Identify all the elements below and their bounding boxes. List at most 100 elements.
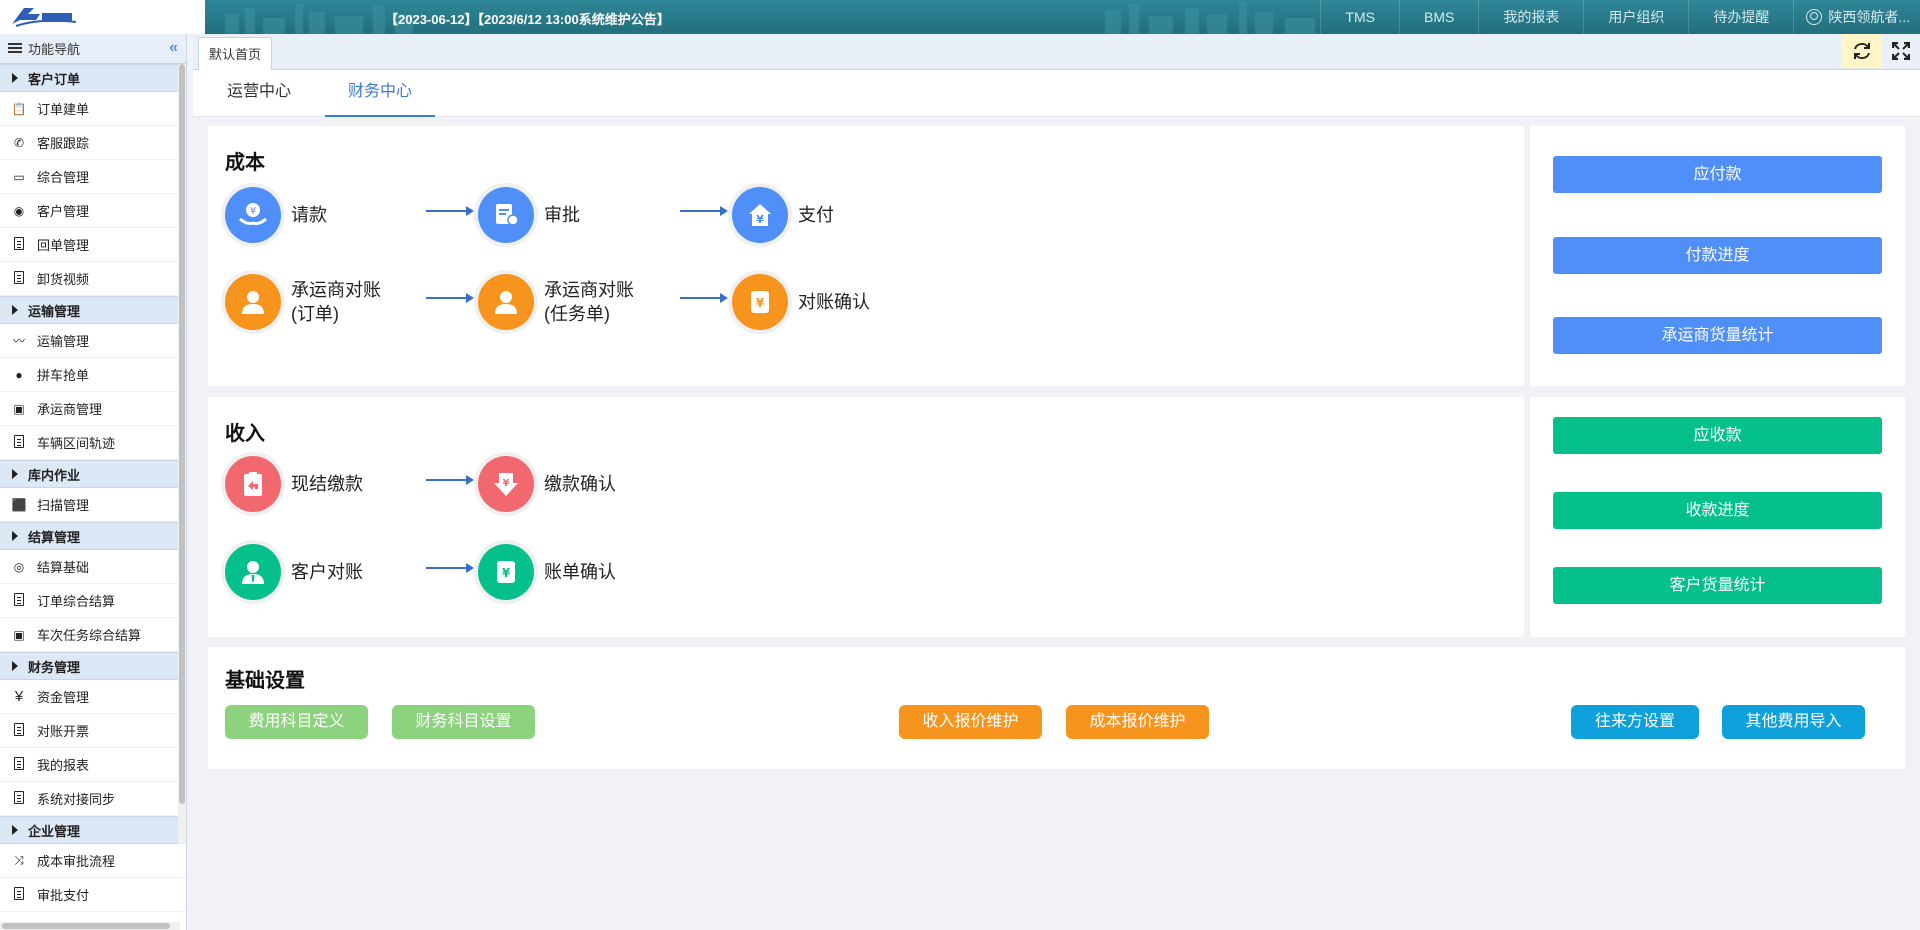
- system-notice[interactable]: 【2023-06-12】【2023/6/12 13:00系统维护公告】: [385, 9, 670, 28]
- item-label: 对账开票: [37, 724, 90, 739]
- flow-request-payment[interactable]: ¥ 请款: [225, 187, 327, 243]
- finance-account-settings-button[interactable]: 财务科目设置: [392, 705, 535, 739]
- collapse-sidebar-icon[interactable]: «: [169, 39, 178, 57]
- sidebar-item-carrier-management[interactable]: ▣ 承运商管理: [0, 392, 186, 426]
- sidebar-item-vehicle-track[interactable]: 车辆区间轨迹: [0, 426, 186, 460]
- caret-right-icon: [12, 73, 18, 83]
- topnav-user-org[interactable]: 用户组织: [1583, 0, 1688, 34]
- flow-payment[interactable]: ¥ 支付: [732, 187, 834, 243]
- item-label: 系统对接同步: [37, 792, 116, 807]
- item-label: 成本审批流程: [37, 854, 116, 869]
- eye-icon: ◎: [13, 559, 25, 574]
- carrier-volume-stats-button[interactable]: 承运商货量统计: [1553, 317, 1882, 354]
- list-icon: [8, 43, 22, 54]
- node-label: 账单确认: [544, 562, 616, 582]
- sidebar-item-scan-management[interactable]: ⬛ 扫描管理: [0, 488, 186, 522]
- sidebar-item-receipt-management[interactable]: 回单管理: [0, 228, 186, 262]
- payable-button[interactable]: 应付款: [1553, 156, 1882, 193]
- item-label: 审批支付: [37, 888, 90, 903]
- counterparty-settings-button[interactable]: 往来方设置: [1571, 705, 1699, 739]
- document-icon: [10, 722, 28, 739]
- flow-approval[interactable]: 审批: [478, 187, 580, 243]
- sidebar-item-reconciliation-invoice[interactable]: 对账开票: [0, 714, 186, 748]
- topnav-tms[interactable]: TMS: [1320, 0, 1399, 34]
- top-header-bar: 【2023-06-12】【2023/6/12 13:00系统维护公告】 TMS …: [0, 0, 1920, 34]
- refresh-button[interactable]: [1842, 34, 1882, 68]
- sidebar-item-order-settlement[interactable]: 订单综合结算: [0, 584, 186, 618]
- cost-actions-panel: 应付款 付款进度 承运商货量统计: [1530, 126, 1905, 386]
- company-logo: [0, 0, 205, 34]
- sidebar-item-trip-settlement[interactable]: ▣ 车次任务综合结算: [0, 618, 186, 652]
- sidebar-group-transport[interactable]: 运输管理: [0, 296, 186, 324]
- flow-arrow: [426, 206, 474, 216]
- item-label: 回单管理: [37, 238, 90, 253]
- item-label: 车次任务综合结算: [37, 628, 142, 643]
- cost-quote-maintenance-button[interactable]: 成本报价维护: [1066, 705, 1209, 739]
- sidebar-group-warehouse[interactable]: 库内作业: [0, 460, 186, 488]
- receivable-button[interactable]: 应收款: [1553, 417, 1882, 454]
- expense-item-definition-button[interactable]: 费用科目定义: [225, 705, 368, 739]
- sidebar-item-service-tracking[interactable]: ✆ 客服跟踪: [0, 126, 186, 160]
- flow-customer-reconcile[interactable]: 客户对账: [225, 544, 363, 600]
- sidebar-group-enterprise[interactable]: 企业管理: [0, 816, 186, 844]
- item-label: 资金管理: [37, 690, 90, 705]
- tab-finance-center[interactable]: 财务中心: [325, 70, 435, 117]
- svg-text:¥: ¥: [503, 478, 510, 489]
- flow-cash-payment[interactable]: 现结缴款: [225, 456, 363, 512]
- sidebar-vertical-scrollbar[interactable]: [178, 64, 186, 844]
- fullscreen-button[interactable]: [1882, 34, 1920, 68]
- sidebar-group-customer-orders[interactable]: 客户订单: [0, 64, 186, 92]
- tab-operations-center[interactable]: 运营中心: [193, 70, 325, 117]
- sidebar-group-settlement[interactable]: 结算管理: [0, 522, 186, 550]
- income-quote-maintenance-button[interactable]: 收入报价维护: [899, 705, 1042, 739]
- sidebar-item-fund-management[interactable]: ¥ 资金管理: [0, 680, 186, 714]
- flow-reconcile-confirm[interactable]: ¥ 对账确认: [732, 274, 870, 330]
- sidebar-item-carpool-grab[interactable]: ● 拼车抢单: [0, 358, 186, 392]
- item-label: 扫描管理: [37, 498, 90, 513]
- phone-icon: ✆: [13, 135, 25, 150]
- sidebar-item-unloading-video[interactable]: 卸货视频: [0, 262, 186, 296]
- sidebar-item-my-reports[interactable]: 我的报表: [0, 748, 186, 782]
- top-nav: TMS BMS 我的报表 用户组织 待办提醒 陕西领航者...: [1320, 0, 1920, 34]
- item-label: 客户管理: [37, 204, 90, 219]
- svg-text:¥: ¥: [250, 206, 256, 217]
- document-icon: [10, 270, 28, 287]
- sidebar-item-general-management[interactable]: ▭ 综合管理: [0, 160, 186, 194]
- center-tabs: 运营中心 财务中心: [193, 70, 1920, 117]
- sidebar-item-cost-approval-flow[interactable]: ⤨ 成本审批流程: [0, 844, 186, 878]
- payment-progress-button[interactable]: 付款进度: [1553, 237, 1882, 274]
- flow-carrier-reconcile-order[interactable]: 承运商对账 (订单): [225, 274, 381, 330]
- flow-bill-confirm[interactable]: ¥ 账单确认: [478, 544, 616, 600]
- other-fee-import-button[interactable]: 其他费用导入: [1722, 705, 1865, 739]
- topnav-my-reports[interactable]: 我的报表: [1478, 0, 1583, 34]
- approval-doc-icon: [478, 187, 534, 243]
- sidebar-item-transport-management[interactable]: 〰运输管理: [0, 324, 186, 358]
- svg-text:¥: ¥: [756, 296, 765, 310]
- customer-volume-stats-button[interactable]: 客户货量统计: [1553, 567, 1882, 604]
- topnav-bms[interactable]: BMS: [1398, 0, 1478, 34]
- income-title: 收入: [225, 423, 265, 445]
- tab-home[interactable]: 默认首页: [198, 37, 273, 70]
- location-pin-icon: ●: [15, 367, 23, 382]
- sidebar-item-settlement-basics[interactable]: ◎ 结算基础: [0, 550, 186, 584]
- user-menu[interactable]: 陕西领航者...: [1793, 0, 1920, 34]
- flow-carrier-reconcile-task[interactable]: 承运商对账 (任务单): [478, 274, 634, 330]
- topnav-todo[interactable]: 待办提醒: [1688, 0, 1793, 34]
- node-label: 支付: [798, 205, 834, 225]
- document-icon: [10, 886, 28, 903]
- flow-payment-confirm[interactable]: ¥ 缴款确认: [478, 456, 616, 512]
- cube-icon: ⬛: [11, 497, 27, 512]
- node-label: 客户对账: [291, 562, 363, 582]
- sidebar-item-create-order[interactable]: 📋 订单建单: [0, 92, 186, 126]
- sidebar-group-finance[interactable]: 财务管理: [0, 652, 186, 680]
- route-icon: 〰: [12, 334, 25, 348]
- sidebar-horizontal-scrollbar[interactable]: [0, 922, 180, 930]
- group-label: 库内作业: [28, 467, 81, 483]
- item-label: 我的报表: [37, 758, 90, 773]
- node-label: 审批: [544, 205, 580, 225]
- sidebar-item-customer-management[interactable]: ◉ 客户管理: [0, 194, 186, 228]
- sidebar-item-system-sync[interactable]: 系统对接同步: [0, 782, 186, 816]
- sidebar-item-approval-payment[interactable]: 审批支付: [0, 878, 186, 912]
- collection-progress-button[interactable]: 收款进度: [1553, 492, 1882, 529]
- page-tab-bar: 默认首页: [193, 34, 1920, 70]
